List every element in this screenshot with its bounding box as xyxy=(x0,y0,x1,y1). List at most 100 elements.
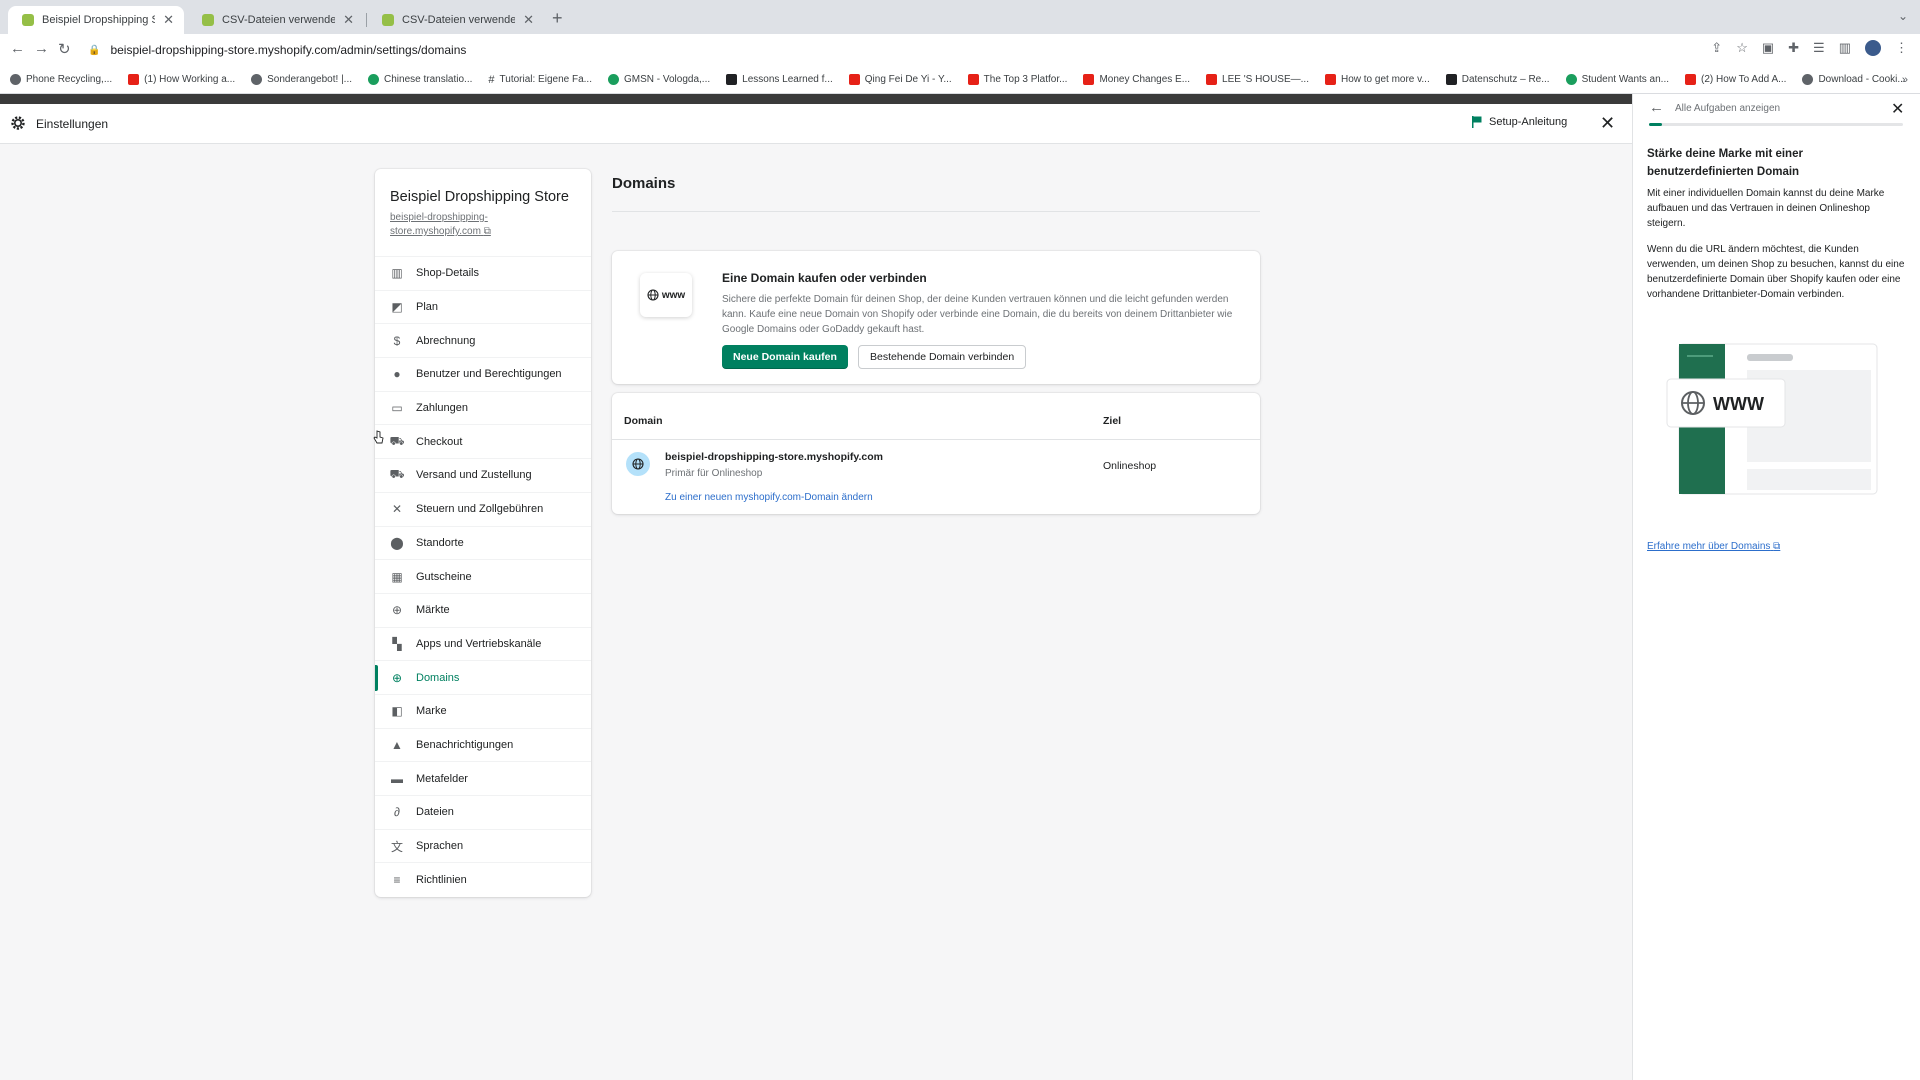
sidebar-item-label: Gutscheine xyxy=(416,570,472,583)
bookmark-star-icon[interactable]: ☆ xyxy=(1736,40,1748,56)
policy-icon: ≡ xyxy=(393,872,401,887)
bookmark-item[interactable]: Chinese translatio... xyxy=(368,74,472,85)
sidebar-item-label: Plan xyxy=(416,301,439,314)
browser-tab-3[interactable]: CSV-Dateien verwenden, um P ✕ xyxy=(368,6,544,34)
bookmark-item[interactable]: # Tutorial: Eigene Fa... xyxy=(488,74,592,86)
sidebar-item-abrechnung[interactable]: $ Abrechnung xyxy=(375,323,591,357)
sidebar-item-label: Apps und Vertriebskanäle xyxy=(416,637,542,650)
extension-icon[interactable]: ▣ xyxy=(1762,40,1774,56)
sidebar-item-label: Zahlungen xyxy=(416,402,468,415)
sidebar-item-märkte[interactable]: ⊕ Märkte xyxy=(375,592,591,627)
settings-overlay: Einstellungen Setup-Anleitung ✕ Beispiel… xyxy=(0,104,1632,1080)
share-icon[interactable]: ⇪ xyxy=(1711,40,1722,56)
bookmark-label: Qing Fei De Yi - Y... xyxy=(864,74,952,85)
bookmark-label: GMSN - Vologda,... xyxy=(623,74,711,85)
bookmark-item[interactable]: Student Wants an... xyxy=(1565,74,1669,85)
page-title: Domains xyxy=(612,175,676,192)
external-link-icon: ⧉ xyxy=(1773,541,1781,552)
store-link[interactable]: beispiel-dropshipping-store.myshopify.co… xyxy=(390,211,575,239)
bookmark-item[interactable]: The Top 3 Platfor... xyxy=(967,74,1067,85)
bookmark-item[interactable]: Phone Recycling,... xyxy=(10,74,112,85)
youtube-icon xyxy=(1324,74,1336,85)
tab-search-chevron-icon[interactable]: ⌄ xyxy=(1898,9,1908,23)
back-arrow-icon[interactable]: ← xyxy=(1649,99,1664,116)
location-icon: ⬤ xyxy=(390,535,404,550)
reload-icon[interactable]: ↻ xyxy=(58,40,71,58)
sidebar-item-label: Marke xyxy=(416,705,447,718)
bookmark-item[interactable]: Lessons Learned f... xyxy=(726,74,833,85)
close-tab-icon[interactable]: ✕ xyxy=(523,12,534,28)
forward-arrow-icon[interactable]: → xyxy=(34,40,49,57)
globe-icon: ⊕ xyxy=(391,670,403,685)
sidebar-item-dateien[interactable]: ∂ Dateien xyxy=(375,795,591,829)
domain-name[interactable]: beispiel-dropshipping-store.myshopify.co… xyxy=(665,451,883,463)
sidebar-item-gutscheine[interactable]: ▦ Gutscheine xyxy=(375,559,591,593)
bookmark-item[interactable]: How to get more v... xyxy=(1324,74,1430,85)
sidebar-item-plan[interactable]: ◩ Plan xyxy=(375,289,591,324)
bell-icon: ▲ xyxy=(391,737,403,752)
green-circle-icon xyxy=(368,74,380,85)
bookmark-item[interactable]: Download - Cooki... xyxy=(1802,74,1906,85)
close-tab-icon[interactable]: ✕ xyxy=(343,12,354,28)
connect-domain-button[interactable]: Bestehende Domain verbinden xyxy=(858,345,1027,369)
bookmark-label: Tutorial: Eigene Fa... xyxy=(499,74,592,85)
sidebar-item-standorte[interactable]: ⬤ Standorte xyxy=(375,525,591,560)
browser-tab-2[interactable]: CSV-Dateien verwenden, um P ✕ xyxy=(188,6,364,34)
sidepanel-icon[interactable]: ▥ xyxy=(1839,40,1851,56)
green-circle-icon xyxy=(1565,74,1577,85)
url-text: beispiel-dropshipping-store.myshopify.co… xyxy=(110,43,467,57)
browser-tab-1[interactable]: Beispiel Dropshipping Store · S ✕ xyxy=(8,6,184,34)
bookmark-item[interactable]: GMSN - Vologda,... xyxy=(607,74,711,85)
sidebar-item-label: Richtlinien xyxy=(416,873,467,886)
billing-icon: $ xyxy=(393,333,401,348)
sidebar-item-zahlungen[interactable]: ▭ Zahlungen xyxy=(375,390,591,425)
settings-title: Einstellungen xyxy=(36,117,109,131)
address-bar[interactable]: 🔒 beispiel-dropshipping-store.myshopify.… xyxy=(88,38,1718,62)
show-all-tasks-link[interactable]: Alle Aufgaben anzeigen xyxy=(1675,103,1780,114)
puzzle-icon[interactable]: ✚ xyxy=(1788,40,1799,56)
sidebar-item-label: Benachrichtigungen xyxy=(416,738,514,751)
sidebar-item-label: Benutzer und Berechtigungen xyxy=(416,368,562,381)
illustration-www-text: WWW xyxy=(1713,394,1764,414)
menu-dots-icon[interactable]: ⋮ xyxy=(1895,40,1908,56)
reading-list-icon[interactable]: ☰ xyxy=(1813,40,1825,56)
close-icon[interactable]: ✕ xyxy=(1600,114,1615,132)
sidebar-item-domains[interactable]: ⊕ Domains xyxy=(375,660,591,694)
bookmark-item[interactable]: Money Changes E... xyxy=(1083,74,1190,85)
learn-more-domains-link[interactable]: Erfahre mehr über Domains ⧉ xyxy=(1647,541,1780,552)
new-tab-icon[interactable]: + xyxy=(552,8,563,29)
close-tab-icon[interactable]: ✕ xyxy=(163,12,174,28)
bookmark-item[interactable]: Qing Fei De Yi - Y... xyxy=(848,74,952,85)
sidebar-item-shop-details[interactable]: ▥ Shop-Details xyxy=(375,256,591,290)
sidebar-item-richtlinien[interactable]: ≡ Richtlinien xyxy=(375,862,591,896)
sidebar-item-marke[interactable]: ◧ Marke xyxy=(375,693,591,728)
back-arrow-icon[interactable]: ← xyxy=(10,40,25,57)
buy-domain-button[interactable]: Neue Domain kaufen xyxy=(722,345,848,369)
sidebar-item-steuern-und-zollgebühren[interactable]: ✕ Steuern und Zollgebühren xyxy=(375,491,591,526)
www-badge-text: www xyxy=(661,289,686,301)
profile-avatar[interactable] xyxy=(1865,40,1881,56)
bookmark-item[interactable]: Datenschutz – Re... xyxy=(1445,74,1550,85)
sidebar-item-apps-und-vertriebskanäle[interactable]: ▚ Apps und Vertriebskanäle xyxy=(375,626,591,661)
settings-nav-list: ▥ Shop-Details ◩ Plan $ Abrechnung ● Benutzer u… xyxy=(375,256,591,896)
bookmark-item[interactable]: LEE 'S HOUSE—... xyxy=(1206,74,1309,85)
sidebar-item-label: Dateien xyxy=(416,806,454,819)
flag-icon xyxy=(1472,116,1482,128)
store-link-text: beispiel-dropshipping-store.myshopify.co… xyxy=(390,212,488,237)
bookmark-item[interactable]: (1) How Working a... xyxy=(128,74,235,85)
bookmark-item[interactable]: Sonderangebot! |... xyxy=(251,74,352,85)
change-domain-link[interactable]: Zu einer neuen myshopify.com-Domain ände… xyxy=(665,492,873,503)
close-icon[interactable]: ✕ xyxy=(1891,99,1904,119)
youtube-icon xyxy=(1685,74,1697,85)
sidebar-item-benutzer-und-berechtigungen[interactable]: ● Benutzer und Berechtigungen xyxy=(375,357,591,391)
panel-title: Stärke deine Marke mit einer benutzerdef… xyxy=(1647,148,1803,178)
bookmark-item[interactable]: (2) How To Add A... xyxy=(1685,74,1786,85)
more-bookmarks-icon[interactable]: » xyxy=(1902,74,1908,86)
sidebar-item-sprachen[interactable]: 文 Sprachen xyxy=(375,828,591,863)
sidebar-item-benachrichtigungen[interactable]: ▲ Benachrichtigungen xyxy=(375,727,591,762)
sidebar-item-checkout[interactable]: ⛟ Checkout xyxy=(375,424,591,458)
er-icon xyxy=(726,74,738,85)
setup-guide-button[interactable]: Setup-Anleitung xyxy=(1472,116,1567,128)
sidebar-item-versand-und-zustellung[interactable]: ⛟ Versand und Zustellung xyxy=(375,458,591,492)
sidebar-item-metafelder[interactable]: ▬ Metafelder xyxy=(375,761,591,795)
